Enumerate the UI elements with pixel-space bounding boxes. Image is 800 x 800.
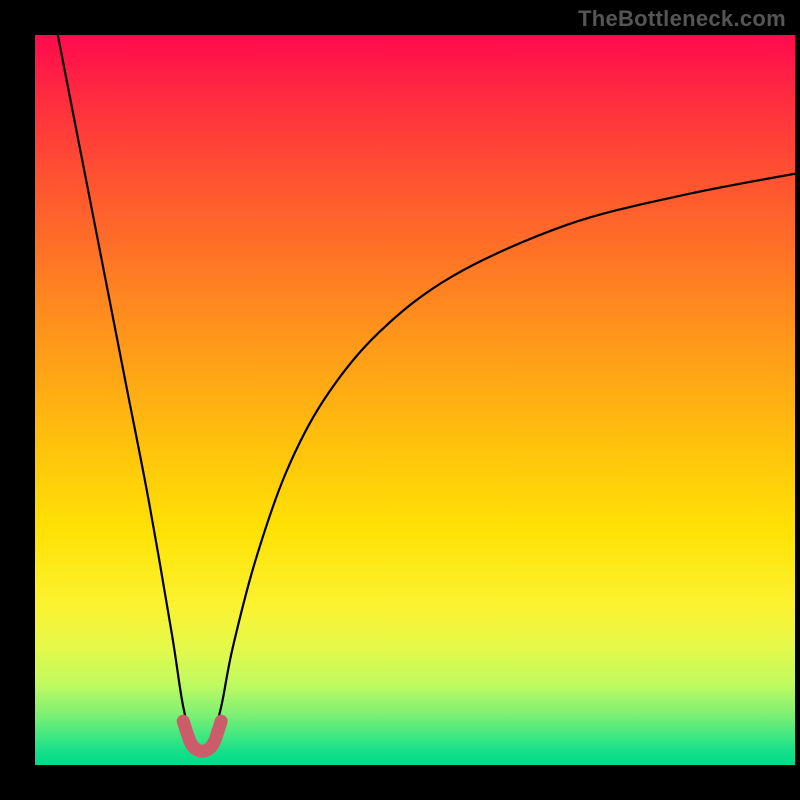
bottleneck-curve [58, 35, 795, 751]
min-marker [183, 721, 221, 751]
chart-frame: TheBottleneck.com [0, 0, 800, 800]
curve-layer [35, 35, 795, 765]
watermark-text: TheBottleneck.com [578, 6, 786, 32]
